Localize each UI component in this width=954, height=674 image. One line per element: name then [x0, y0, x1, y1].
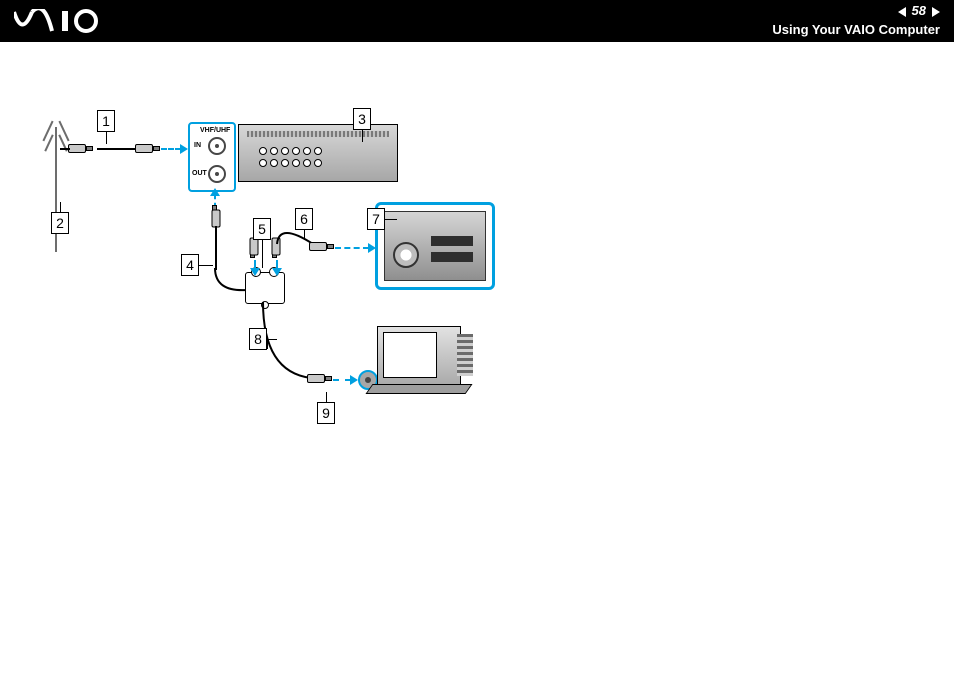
computer-back-panel [375, 202, 495, 290]
tuner-in-port [208, 137, 226, 155]
coax-tip-8 [325, 376, 332, 381]
coax-tip-1 [153, 146, 160, 151]
connection-diagram: VHF/UHF IN OUT [55, 102, 475, 462]
dash-to-pc [335, 247, 369, 249]
set-top-box [238, 124, 398, 182]
vaio-logo-svg [14, 9, 124, 33]
splitter-plug-a [250, 238, 259, 256]
computer-vhf-port [393, 242, 419, 268]
antenna-cable-plug [68, 144, 86, 153]
callout-4: 4 [181, 254, 199, 276]
callout-5: 5 [253, 218, 271, 240]
callout-8: 8 [249, 328, 267, 350]
callout-9: 9 [317, 402, 335, 424]
tuner-out-label: OUT [192, 170, 207, 177]
page-number: 58 [912, 3, 926, 20]
antenna-cable [60, 148, 70, 150]
arrow-to-tv [350, 375, 358, 385]
brand-logo [14, 9, 124, 33]
callout-2: 2 [51, 212, 69, 234]
coax-plug-1 [135, 144, 153, 153]
arrow-to-in [180, 144, 188, 154]
callout-3: 3 [353, 108, 371, 130]
cable-6-curve [277, 222, 337, 282]
tuner-title: VHF/UHF [200, 127, 230, 134]
page-nav: 58 [898, 3, 940, 20]
section-title: Using Your VAIO Computer [772, 22, 940, 39]
dash-to-in [161, 148, 181, 150]
antenna-cable-tip [86, 146, 93, 151]
callout-6: 6 [295, 208, 313, 230]
callout-7: 7 [367, 208, 385, 230]
callout-1: 1 [97, 110, 115, 132]
page-header: 58 Using Your VAIO Computer [0, 0, 954, 42]
tuner-in-label: IN [194, 142, 201, 149]
coax-plug-out [212, 210, 221, 228]
arrow-into-splitter-a [250, 268, 260, 276]
dash-to-tv [333, 379, 351, 381]
tuner-out-port [208, 165, 226, 183]
arrow-from-out [210, 188, 220, 196]
coax-cable-1 [97, 148, 135, 150]
coax-tip-6 [327, 244, 334, 249]
header-right: 58 Using Your VAIO Computer [772, 3, 940, 38]
prev-page-icon[interactable] [898, 7, 906, 17]
coax-plug-6 [309, 242, 327, 251]
next-page-icon[interactable] [932, 7, 940, 17]
tv [377, 326, 477, 400]
page-content: VHF/UHF IN OUT [0, 42, 954, 674]
coax-plug-8 [307, 374, 325, 383]
tuner-vhf-uhf-panel: VHF/UHF IN OUT [188, 122, 236, 192]
